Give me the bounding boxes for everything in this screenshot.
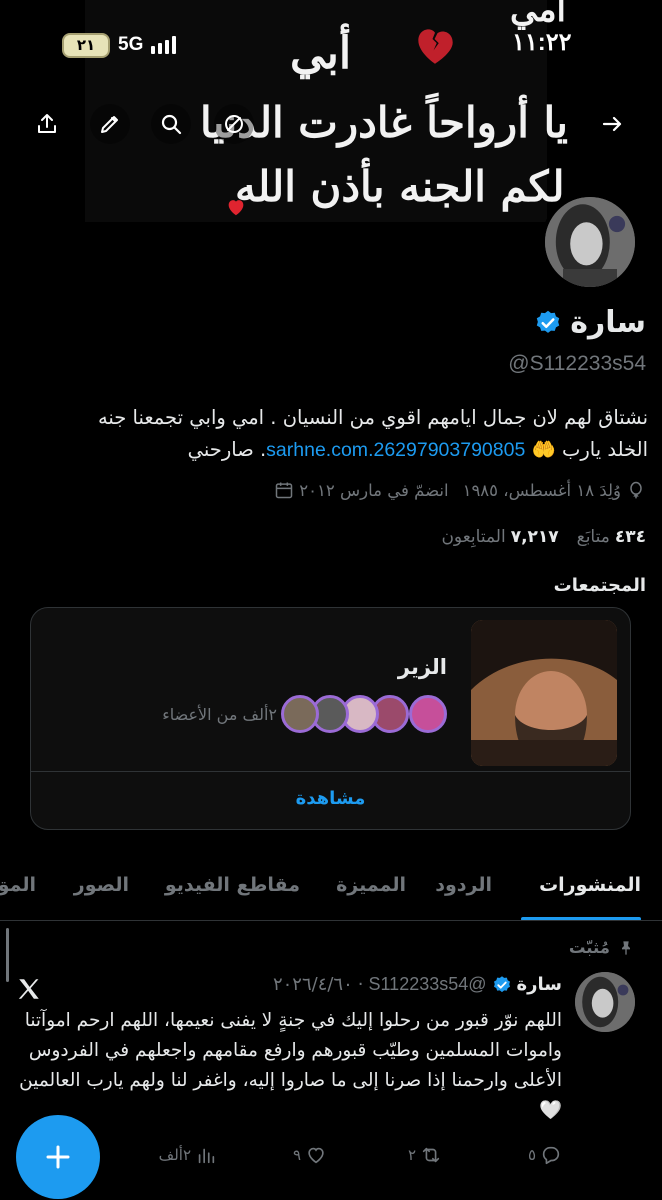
plus-icon [46,1145,70,1169]
community-members: ٢ألف من الأعضاء [162,695,447,733]
post-avatar[interactable] [575,972,635,1032]
battery-indicator: ٢١ [62,32,110,58]
status-bar-left: ٢١ 5G [62,28,177,62]
member-avatar [409,695,447,733]
birthday-item: وُلِدَ ١٨ أغسطس، ١٩٨٥ [463,480,646,500]
back-button[interactable] [592,104,632,144]
views-icon [198,1148,215,1164]
share-icon [38,114,56,133]
bio-suffix: . صارحني [187,438,267,461]
status-clock: ١١:٢٢ [512,29,572,56]
mute-button[interactable] [214,104,254,144]
joined-item: انضمّ في مارس ٢٠١٢ [274,480,449,500]
like-count: ٩ [292,1146,301,1164]
profile-meta: وُلِدَ ١٨ أغسطس، ١٩٨٥ انضمّ في مارس ٢٠١٢ [274,480,646,500]
view-community-button[interactable]: مشاهدة [31,788,630,809]
mute-icon [225,115,243,133]
pin-icon [622,940,630,955]
pinned-label-row: مُثبّت [569,938,634,957]
profile-stats: ٤٣٤متابَع ٧,٢١٧المتابِعون [441,527,646,547]
share-button[interactable] [27,104,67,144]
post-header: سارة @S112233s54 · ٢٠٢٦/٤/٦٠ [273,974,562,995]
views-button[interactable]: ٢ألف [159,1144,217,1166]
compose-button[interactable] [16,1115,100,1199]
post-date-separator: · [357,974,364,995]
scroll-indicator [6,928,9,982]
balloon-icon [630,481,642,499]
profile-bio: نشتاق لهم لان جمال ايامهم اقوي من النسيا… [8,402,648,466]
reply-button[interactable]: ٥ [528,1144,562,1166]
bio-line-1: نشتاق لهم لان جمال ايامهم اقوي من النسيا… [97,406,648,429]
broken-heart-icon [418,29,453,64]
banner-text-mom: أمي [510,0,566,30]
avatar-photo [545,197,635,287]
post-text: اللهم نوّر قبور من رحلوا إليك في جنةٍ لا… [19,1010,562,1121]
post-actions: ٥ ٢ ٩ ٢ألف [52,1144,562,1174]
community-name: الزير [397,655,447,679]
search-button[interactable] [151,104,191,144]
pinned-label: مُثبّت [568,938,610,957]
avatar-photo [575,972,635,1032]
followers-label: المتابِعون [441,527,506,547]
joined-text: انضمّ في مارس ٢٠١٢ [299,480,449,500]
communities-title: المجتمعات [553,575,646,596]
profile-handle: @S112233s54 [508,352,646,375]
member-avatar [281,695,319,733]
profile-avatar[interactable] [541,193,639,291]
signal-icon [151,36,177,54]
tabs-divider [0,920,662,921]
calendar-icon [276,482,293,499]
post-handle: @S112233s54 [368,974,487,994]
verified-badge-icon [493,975,510,992]
members-count: ٢ألف من الأعضاء [162,704,277,724]
followers-count: ٧,٢١٧ [510,527,559,547]
banner-text-line1: يا أرواحاً غادرت الدنيا [200,98,568,147]
profile-name: سارة [570,305,646,340]
red-heart-icon [228,200,244,216]
followers-stat[interactable]: ٧,٢١٧المتابِعون [441,527,558,547]
tab-posts[interactable]: المنشورات [539,874,641,896]
tab-articles[interactable]: المق [0,874,36,896]
repost-icon [422,1147,440,1163]
post-date: ٢٠٢٦/٤/٦٠ [272,974,353,995]
forward-arrow-icon [602,116,622,132]
following-stat[interactable]: ٤٣٤متابَع [577,527,646,547]
birthday-text: وُلِدَ ١٨ أغسطس، ١٩٨٥ [462,480,621,500]
like-button[interactable]: ٩ [293,1144,327,1166]
edit-icon [101,116,118,133]
banner-text-line2: لكم الجنه بأذن الله [235,162,565,211]
tab-highlights[interactable]: المميزة [336,874,406,896]
tab-videos[interactable]: مقاطع الفيديو [165,874,300,896]
card-divider [31,771,630,772]
banner-text-dad: أبي [290,28,352,79]
profile-name-row: سارة [534,305,646,340]
following-count: ٤٣٤ [614,527,646,547]
repost-count: ٢ [407,1146,416,1164]
network-label: 5G [118,34,144,55]
member-avatars [281,695,447,733]
community-image [471,620,617,766]
tab-replies[interactable]: الردود [435,874,492,896]
bio-link[interactable]: 26297903790805.sarhne.com [266,439,525,461]
community-card[interactable]: الزير ٢ألف من الأعضاء مشاهدة [30,607,631,830]
bio-prefix: الخلد يارب 🤲 [531,438,648,461]
heart-icon [308,1147,324,1164]
bio-line-2: الخلد يارب 🤲 26297903790805.sarhne.com. … [8,434,648,466]
reply-count: ٥ [527,1146,536,1164]
profile-tabs: المنشورات الردود المميزة مقاطع الفيديو ا… [0,862,662,921]
views-count: ٢ألف [158,1146,191,1164]
edit-button[interactable] [90,104,130,144]
verified-badge-icon[interactable] [534,309,562,337]
x-logo-icon [18,979,39,999]
tab-photos[interactable]: الصور [74,874,129,896]
search-icon [161,114,182,135]
post-author[interactable]: سارة [517,974,562,995]
repost-button[interactable]: ٢ [408,1144,442,1166]
following-label: متابَع [576,527,610,547]
reply-icon [542,1146,560,1165]
